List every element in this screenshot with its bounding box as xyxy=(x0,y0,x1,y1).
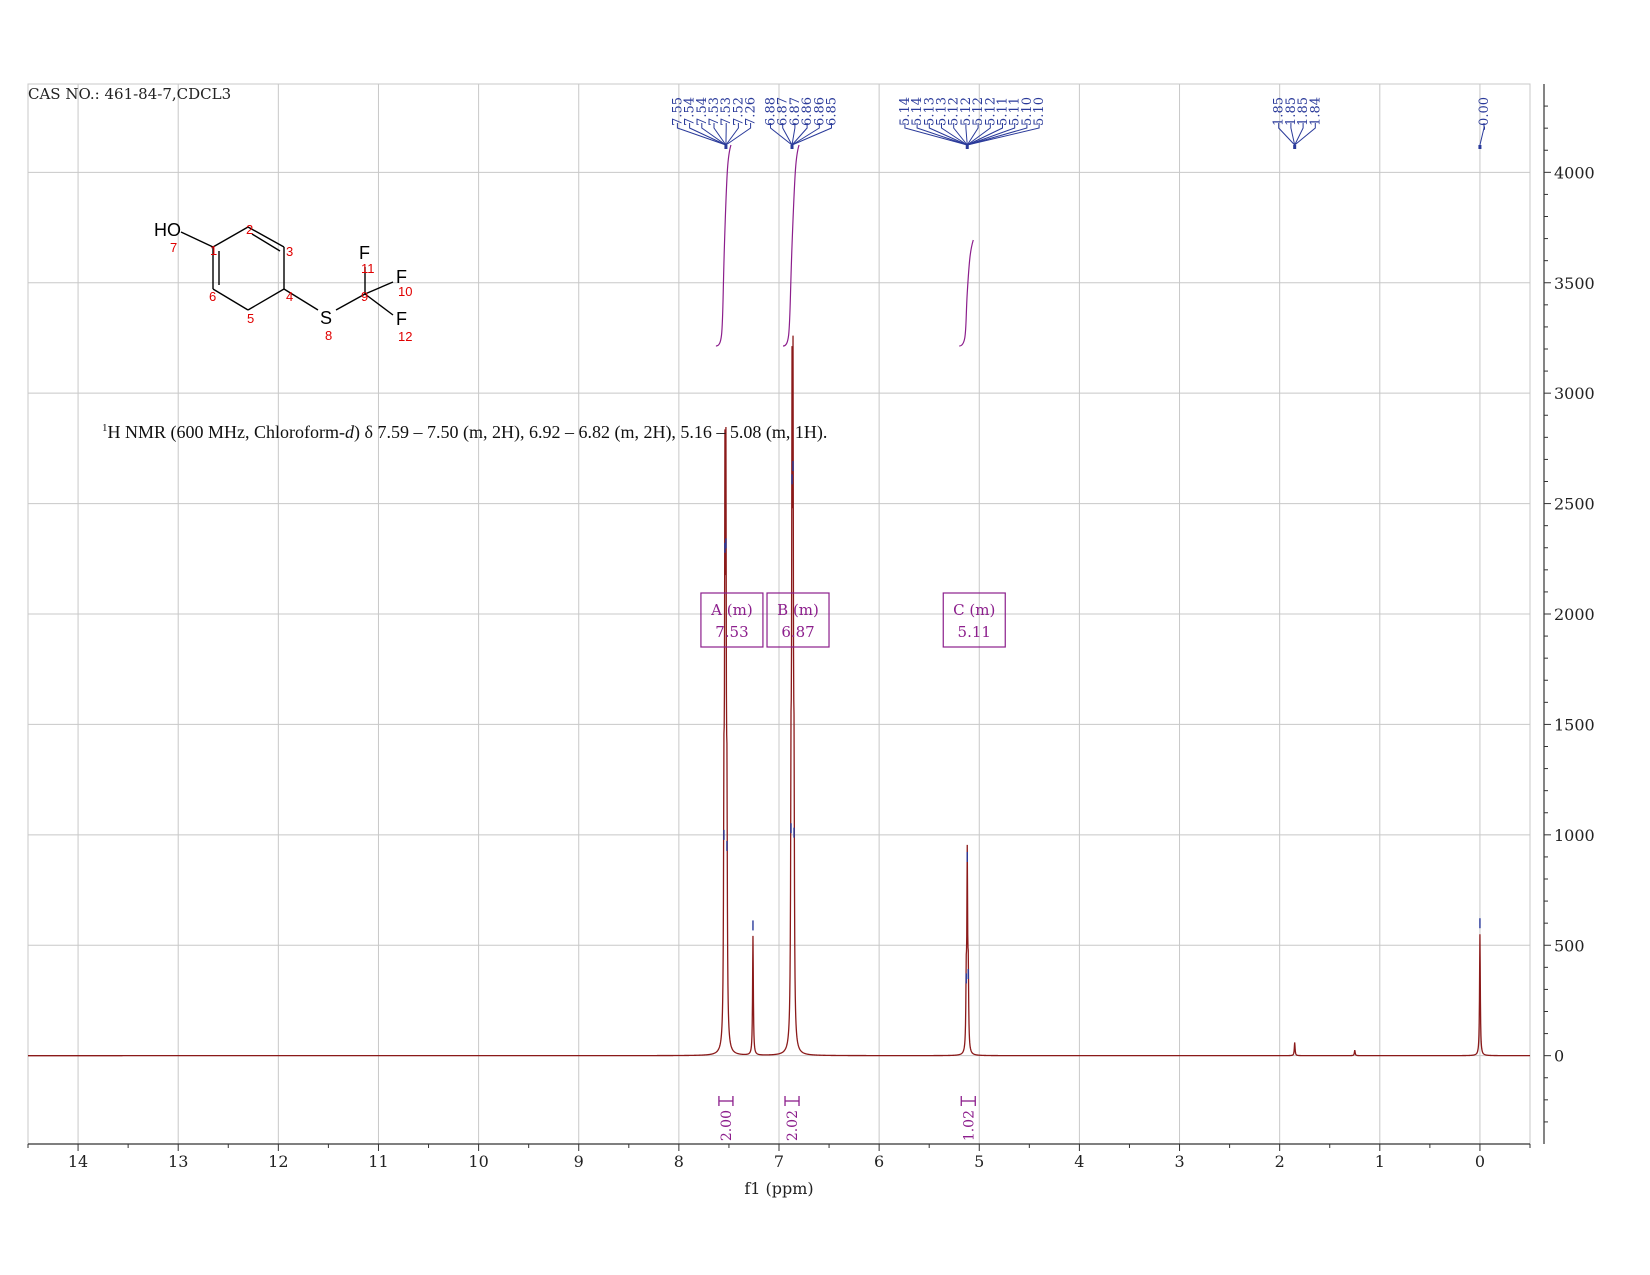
atom-s: S xyxy=(320,308,332,328)
y-tick-label: 4000 xyxy=(1554,163,1595,182)
y-tick-label: 0 xyxy=(1554,1047,1564,1066)
x-tick-label: 10 xyxy=(468,1152,488,1171)
nmr-spectrum-chart: 7.557.547.547.537.537.527.26 6.886.876.87… xyxy=(27,83,1595,1198)
x-tick-label: 7 xyxy=(774,1152,784,1171)
x-tick-label: 11 xyxy=(368,1152,388,1171)
x-tick-label: 6 xyxy=(874,1152,884,1171)
x-tick-label: 5 xyxy=(974,1152,984,1171)
integral-curve xyxy=(715,144,732,347)
integral-value: 2.02 xyxy=(785,1110,801,1141)
x-tick-label: 2 xyxy=(1275,1152,1285,1171)
multiplet-box: A (m) 7.53 xyxy=(700,592,764,648)
integral-value: 2.00 xyxy=(719,1110,735,1141)
y-tick-label: 3500 xyxy=(1554,274,1595,293)
x-tick-label: 8 xyxy=(674,1152,684,1171)
integral-marks: 2.00 2.02 1.02 xyxy=(718,1096,977,1141)
peak-label-group: -0.00 xyxy=(1477,97,1492,149)
y-axis: 4000 3500 3000 2500 2000 1500 1000 500 0 xyxy=(1543,84,1595,1144)
multiplet-box: B (m) 6.87 xyxy=(766,592,830,648)
x-tick-label: 12 xyxy=(268,1152,288,1171)
integral-mark: 2.00 xyxy=(718,1096,735,1141)
nmr-summary-part-a: H NMR (600 MHz, Chloroform- xyxy=(108,422,345,443)
multiplet-box: C (m) 5.11 xyxy=(942,592,1006,648)
y-tick-label: 3000 xyxy=(1554,384,1595,403)
nmr-summary-text: 1H NMR (600 MHz, Chloroform-d) δ 7.59 – … xyxy=(102,422,827,443)
atom-number-12: 12 xyxy=(398,329,412,344)
multiplet-shift: 5.11 xyxy=(958,623,991,641)
nmr-summary-part-b: ) δ 7.59 – 7.50 (m, 2H), 6.92 – 6.82 (m,… xyxy=(354,422,827,443)
peak-label-group: 6.886.876.876.866.866.85 xyxy=(764,97,840,149)
multiplet-label: B (m) xyxy=(777,601,819,619)
x-tick-label: 14 xyxy=(68,1152,88,1171)
x-tick-label: 4 xyxy=(1074,1152,1084,1171)
x-tick-label: 1 xyxy=(1375,1152,1385,1171)
atom-number-6: 6 xyxy=(209,289,216,304)
atom-number-2: 2 xyxy=(246,222,253,237)
integral-mark: 1.02 xyxy=(960,1096,977,1141)
x-tick-label: 13 xyxy=(168,1152,188,1171)
atom-f12: F xyxy=(396,309,407,329)
atom-number-10: 10 xyxy=(398,284,412,299)
atom-ho: HO xyxy=(154,220,181,240)
atom-f11: F xyxy=(359,243,370,263)
cas-number-text: CAS NO.: 461-84-7,CDCL3 xyxy=(28,85,231,103)
peak-label: 6.85 xyxy=(825,97,840,126)
x-tick-label: 9 xyxy=(574,1152,584,1171)
atom-number-9: 9 xyxy=(361,289,368,304)
multiplet-shift: 7.53 xyxy=(715,623,748,641)
peak-label-groups: 7.557.547.547.537.537.527.26 6.886.876.87… xyxy=(670,97,1492,149)
atom-number-11: 11 xyxy=(361,261,375,276)
peak-label: 5.10 xyxy=(1032,97,1047,126)
x-axis-title: f1 (ppm) xyxy=(744,1179,813,1198)
multiplet-shift: 6.87 xyxy=(781,623,814,641)
integral-curve xyxy=(782,144,800,347)
integral-value: 1.02 xyxy=(961,1110,977,1141)
x-tick-label: 3 xyxy=(1174,1152,1184,1171)
atom-number-4: 4 xyxy=(286,289,293,304)
atom-number-7: 7 xyxy=(170,240,177,255)
integral-curve xyxy=(959,239,974,347)
y-tick-label: 1000 xyxy=(1554,826,1595,845)
integral-curves xyxy=(715,144,974,347)
y-tick-label: 500 xyxy=(1554,936,1585,955)
integral-mark: 2.02 xyxy=(784,1096,801,1141)
multiplet-label: A (m) xyxy=(710,601,753,619)
peak-label-group: 7.557.547.547.537.537.527.26 xyxy=(670,97,759,149)
multiplet-boxes: A (m) 7.53 B (m) 6.87 C (m) 5.11 xyxy=(700,592,1006,648)
atom-number-1: 1 xyxy=(210,243,217,258)
atom-number-8: 8 xyxy=(325,328,332,343)
y-tick-label: 2000 xyxy=(1554,605,1595,624)
peak-markers xyxy=(723,461,1481,984)
atom-number-3: 3 xyxy=(286,244,293,259)
x-axis: 14 13 12 11 10 9 8 7 6 5 4 3 2 1 0 xyxy=(27,1143,1531,1171)
peak-label-group: 5.145.145.135.135.125.125.125.125.115.11… xyxy=(898,97,1047,149)
multiplet-label: C (m) xyxy=(953,601,995,619)
peak-label: 1.84 xyxy=(1308,97,1323,126)
peak-label: 7.26 xyxy=(744,97,759,126)
atom-number-5: 5 xyxy=(247,311,254,326)
y-tick-label: 1500 xyxy=(1554,715,1595,734)
x-tick-label: 0 xyxy=(1475,1152,1485,1171)
y-tick-label: 2500 xyxy=(1554,495,1595,514)
